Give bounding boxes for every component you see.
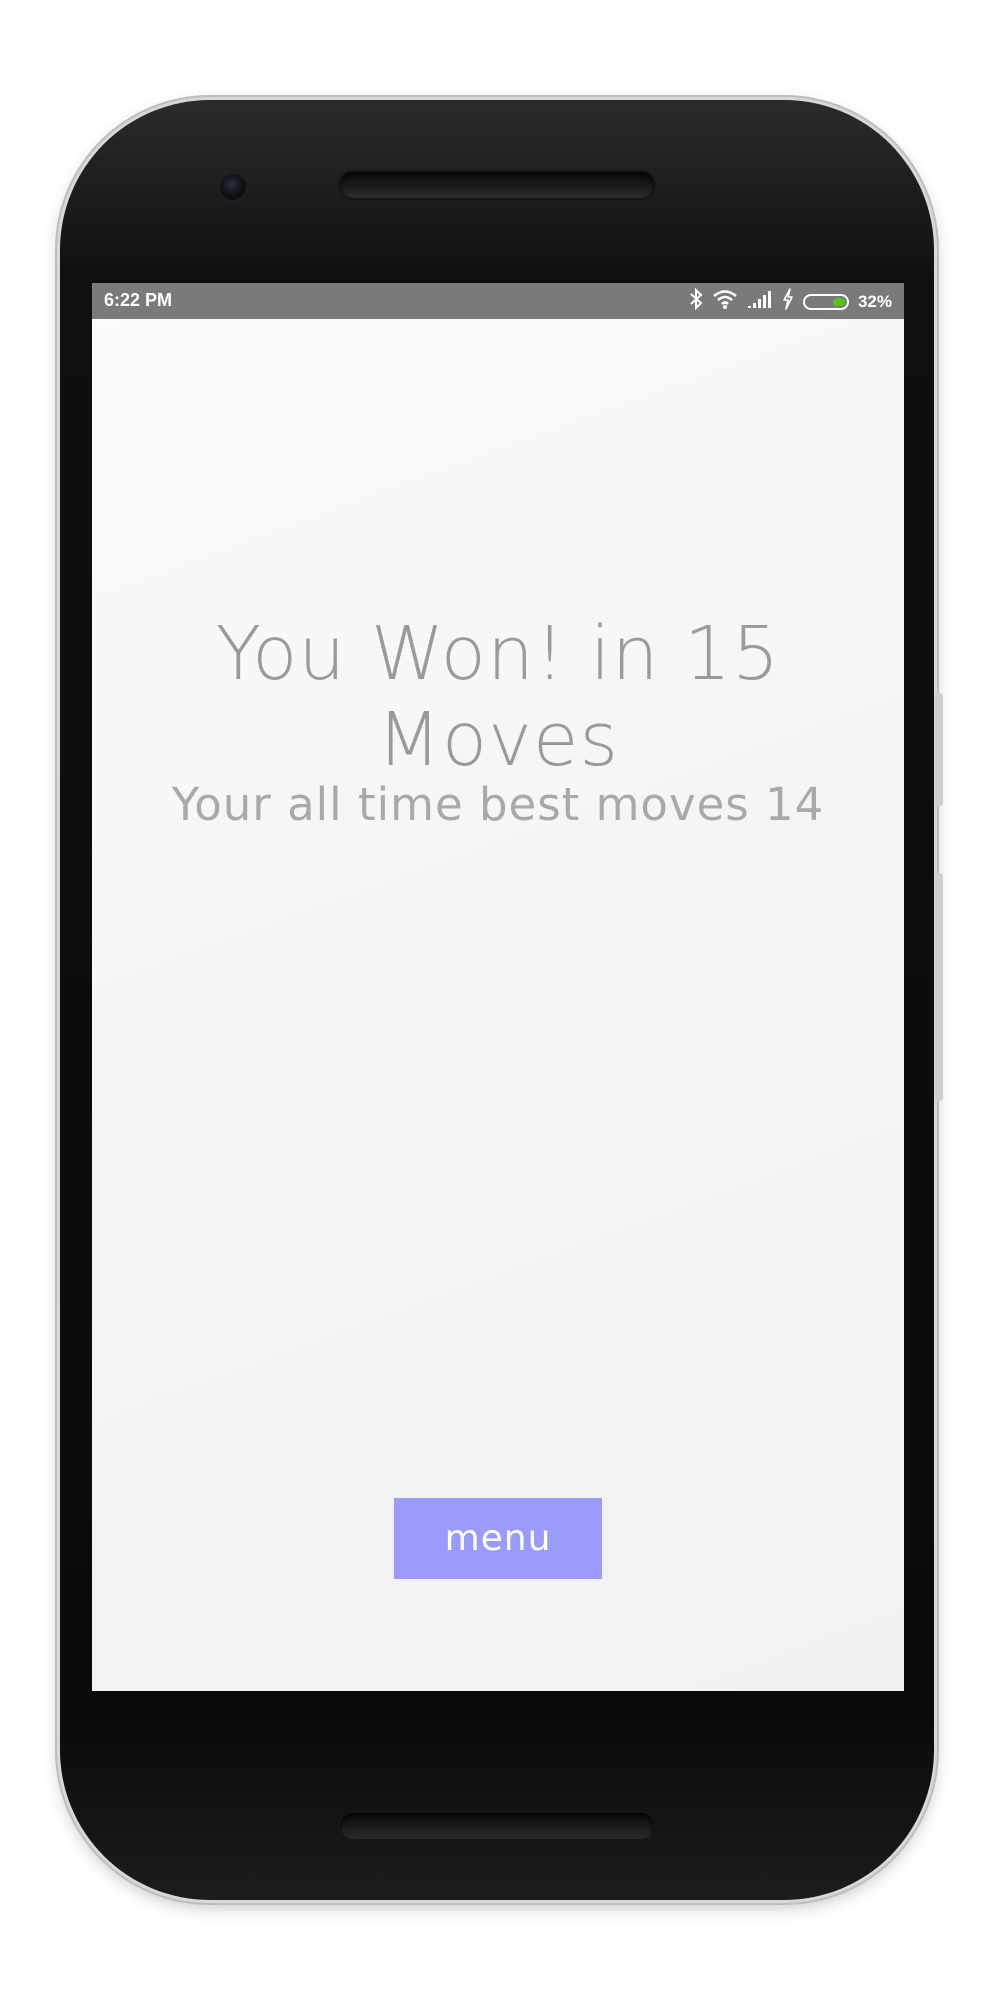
battery-percentage: 32% bbox=[857, 291, 892, 311]
battery-icon bbox=[802, 293, 849, 310]
front-camera bbox=[220, 174, 246, 200]
menu-button[interactable]: menu bbox=[394, 1498, 602, 1579]
status-time: 6:22 PM bbox=[104, 290, 173, 310]
volume-rocker bbox=[935, 873, 943, 1101]
power-button bbox=[935, 693, 943, 806]
best-moves-text: Your all time best moves 14 bbox=[171, 778, 825, 831]
battery-level-fill bbox=[832, 297, 845, 306]
status-bar: 6:22 PM 32% bbox=[92, 283, 904, 319]
charging-icon bbox=[782, 288, 794, 315]
signal-icon bbox=[747, 288, 773, 315]
status-icons: 32% bbox=[689, 287, 892, 315]
phone-frame: 6:22 PM 32% You Won! in 15 Moves Your al… bbox=[60, 100, 943, 1900]
bluetooth-icon bbox=[689, 287, 703, 315]
bottom-speaker bbox=[340, 1813, 654, 1839]
wifi-icon bbox=[712, 288, 738, 315]
win-title: You Won! in 15 Moves bbox=[215, 611, 781, 783]
top-speaker bbox=[340, 172, 654, 198]
app-screen: 6:22 PM 32% You Won! in 15 Moves Your al… bbox=[92, 283, 904, 1691]
